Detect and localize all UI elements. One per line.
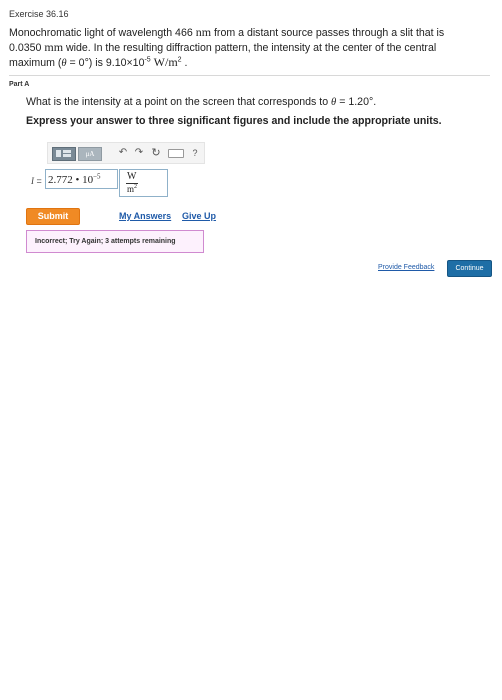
instruction-text: Express your answer to three significant…	[26, 115, 442, 127]
problem-text: maximum (	[9, 57, 62, 69]
feedback-message: Incorrect; Try Again; 3 attempts remaini…	[26, 230, 204, 253]
symbols-icon[interactable]: μA	[78, 147, 102, 161]
unit-denominator-base: m	[127, 184, 135, 194]
question-text: What is the intensity at a point on the …	[26, 96, 376, 108]
give-up-link[interactable]: Give Up	[182, 211, 216, 221]
unit-nm: nm	[195, 25, 212, 39]
question-text-b: = 1.20°.	[336, 96, 377, 108]
part-label: Part A	[9, 81, 30, 88]
redo-icon[interactable]: ↷	[134, 147, 144, 159]
exponent: -5	[144, 56, 151, 64]
math-toolbar: μA ↶ ↷ ↻ ?	[47, 142, 205, 164]
problem-text: = 0°) is 9.10×10	[66, 57, 145, 69]
my-answers-link[interactable]: My Answers	[119, 211, 171, 221]
question-text-a: What is the intensity at a point on the …	[26, 96, 332, 108]
submit-button[interactable]: Submit	[26, 208, 80, 225]
unit-denominator-power: 2	[134, 184, 138, 190]
problem-text: from a distant source passes through a s…	[211, 27, 445, 39]
problem-text: wide. In the resulting diffraction patte…	[63, 42, 437, 54]
continue-button[interactable]: Continue	[447, 260, 492, 277]
answer-equals: =	[34, 176, 42, 186]
unit-numerator: W	[127, 171, 137, 182]
templates-icon[interactable]	[52, 147, 76, 161]
problem-text: .	[181, 57, 188, 69]
unit-denominator: m2	[127, 184, 137, 194]
divider	[9, 75, 490, 76]
answer-units-input[interactable]: W m2	[119, 169, 168, 197]
unit-intensity: W/m	[153, 55, 178, 69]
reset-icon[interactable]: ↻	[150, 147, 162, 159]
answer-value-input[interactable]: 2.772 • 10−5	[45, 169, 118, 189]
help-icon[interactable]: ?	[190, 147, 200, 159]
provide-feedback-link[interactable]: Provide Feedback	[378, 264, 434, 271]
keyboard-icon[interactable]	[168, 149, 184, 158]
problem-text: Monochromatic light of wavelength 466	[9, 27, 196, 39]
problem-text: 0.0350	[9, 42, 45, 54]
undo-icon[interactable]: ↶	[118, 147, 128, 159]
answer-label: I =	[31, 176, 42, 186]
unit-mm: mm	[44, 40, 64, 54]
answer-mantissa: 2.772 • 10	[48, 174, 94, 186]
answer-exponent: −5	[93, 172, 101, 181]
problem-statement: Monochromatic light of wavelength 466 nm…	[9, 25, 489, 71]
exercise-title: Exercise 36.16	[9, 9, 69, 19]
